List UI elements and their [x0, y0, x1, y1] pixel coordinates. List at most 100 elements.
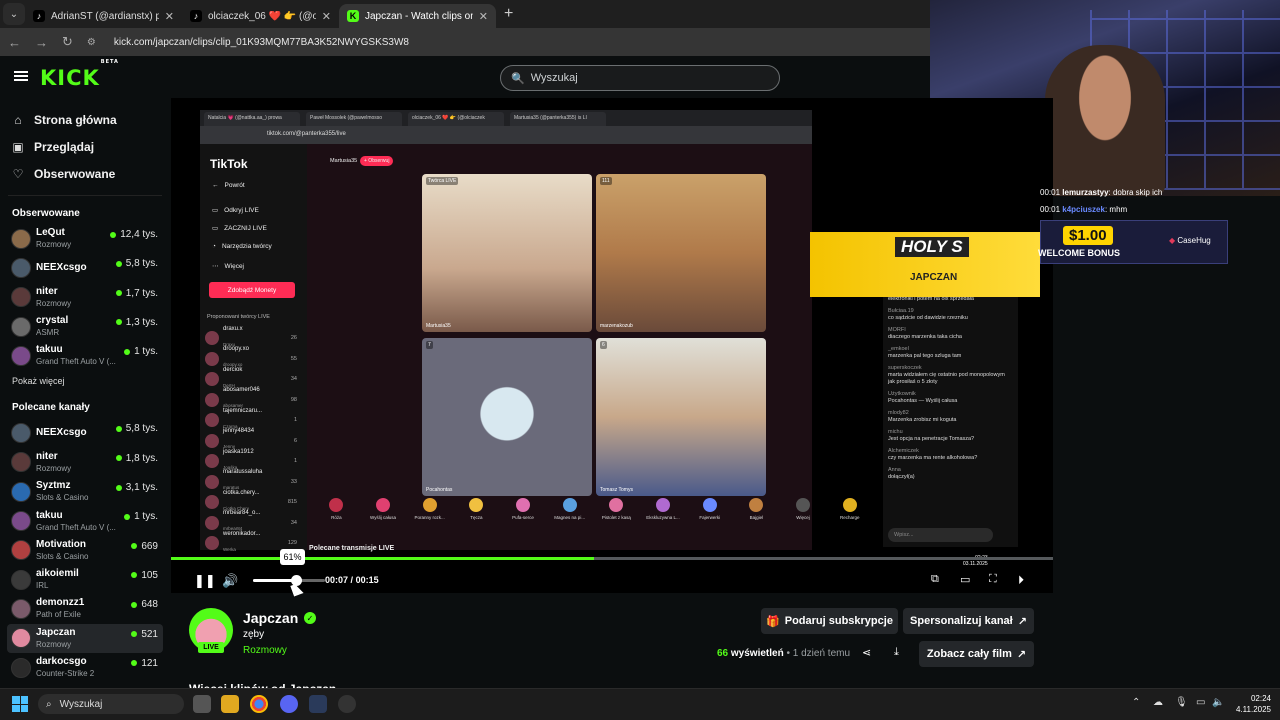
tiktok-gift: Fajerwerki: [686, 498, 733, 538]
close-icon[interactable]: ✕: [165, 10, 174, 23]
theater-icon[interactable]: ▭: [960, 573, 970, 586]
download-icon[interactable]: ⤓: [894, 646, 899, 659]
browser-tab-1[interactable]: ♪ AdrianST (@ardianstx) prowadzi ✕: [25, 4, 182, 28]
pip-icon[interactable]: ⧉: [931, 573, 939, 586]
tray-expand-icon[interactable]: ⌃: [1132, 697, 1140, 708]
search-input[interactable]: 🔍 Wyszukaj: [500, 65, 780, 91]
nav-browse[interactable]: ▣ Przeglądaj: [0, 133, 170, 160]
url-field[interactable]: kick.com/japczan/clips/clip_01K93MQM77BA…: [114, 37, 409, 48]
tiktok-gift: Bajgiel: [733, 498, 780, 538]
kick-logo[interactable]: KICKBETA: [40, 59, 118, 90]
button-label: Spersonalizuj kanał: [910, 615, 1013, 627]
channel-category: Rozmowy: [36, 463, 72, 473]
close-icon[interactable]: ✕: [479, 10, 488, 23]
sidebar-channel[interactable]: takuu Grand Theft Auto V (... 1 tys.: [0, 341, 170, 370]
chat-text: dobra skip ich: [1112, 188, 1163, 197]
pause-icon[interactable]: ❚❚: [194, 573, 216, 589]
playback-speed-icon[interactable]: ⏵: [1018, 573, 1024, 588]
sidebar-channel[interactable]: darkocsgo Counter-Strike 2 121: [0, 653, 170, 682]
sidebar-channel[interactable]: NEEXcsgo 5,8 tys.: [0, 253, 170, 282]
windows-start-icon[interactable]: [12, 696, 28, 712]
personalize-channel-button[interactable]: Spersonalizuj kanał ↗: [903, 608, 1034, 634]
recorded-date: 03.11.2025: [963, 561, 988, 567]
gift-icon: [376, 498, 390, 512]
tab-search-button[interactable]: ⌄: [3, 3, 25, 25]
fullscreen-icon[interactable]: ⛶: [989, 573, 997, 586]
tile-tag: 111: [600, 177, 612, 185]
sidebar-channel[interactable]: Syztmz Slots & Casino 3,1 tys.: [0, 477, 170, 506]
sidebar-channel[interactable]: aikoiemil IRL 105: [0, 565, 170, 594]
app-icon[interactable]: [309, 695, 327, 713]
external-link-icon: ↗: [1017, 615, 1027, 628]
file-explorer-icon[interactable]: [221, 695, 239, 713]
chat-text: dołączył(a): [888, 474, 915, 480]
taskbar-clock[interactable]: 02:24 4.11.2025: [1236, 693, 1271, 715]
network-icon[interactable]: ▭: [1196, 697, 1205, 708]
browser-tab-2[interactable]: ♪ olciaczek_06 ❤️ 👉 (@olciaczek ✕: [182, 4, 339, 28]
new-tab-button[interactable]: +: [504, 5, 513, 23]
tiktok-gift: Magnes na pi...: [546, 498, 593, 538]
avatar: [205, 454, 219, 468]
viewer-count: 12,4 tys.: [110, 229, 158, 240]
creator-name: jenny48434: [223, 428, 255, 434]
sidebar-channel[interactable]: LeQut Rozmowy 12,4 tys.: [0, 224, 170, 253]
live-dot: [124, 348, 131, 355]
channel-name: Syztmz: [36, 480, 71, 492]
close-icon[interactable]: ✕: [322, 10, 331, 23]
heart-icon: ♡: [12, 166, 24, 181]
live-dot: [131, 660, 138, 667]
taskbar-search[interactable]: ⌕ Wyszukaj: [38, 694, 184, 714]
nav-following[interactable]: ♡ Obserwowane: [0, 160, 170, 187]
browser-tab-3[interactable]: K Japczan - Watch clips on Kick ✕: [339, 4, 496, 28]
share-icon[interactable]: ⋖: [862, 646, 871, 659]
nav-home[interactable]: ⌂ Strona główna: [0, 106, 170, 133]
discord-icon[interactable]: [280, 695, 298, 713]
tiktok-gift: Więcej: [780, 498, 827, 538]
creator-name: joaska1912: [223, 448, 254, 455]
button-label: Podaruj subskrypcje: [784, 615, 893, 627]
avatar: [11, 257, 31, 278]
creator-sub: Werka: [223, 546, 236, 552]
chrome-icon[interactable]: [250, 695, 268, 713]
tiktok-chat: ta klawiaturę dostała jak rozdawali w mu…: [883, 285, 1018, 547]
tiktok-gift: Recharge: [826, 498, 873, 538]
menu-icon[interactable]: [14, 71, 28, 81]
tiktok-host-name: Martusia35: [330, 158, 358, 164]
sidebar-channel[interactable]: niter Rozmowy 1,8 tys.: [0, 448, 170, 477]
tiktok-chat-message: MORFI diaczego marzenka taka cicha: [888, 327, 1013, 341]
clip-category[interactable]: Rozmowy: [243, 645, 287, 656]
chat-text: co sądzicie od dawidzie rzezniku: [888, 315, 968, 321]
sidebar-channel[interactable]: Motivation Slots & Casino 669: [0, 536, 170, 565]
task-view-icon[interactable]: [193, 695, 211, 713]
full-video-button[interactable]: Zobacz cały film ↗: [919, 641, 1034, 667]
avatar: [205, 331, 219, 345]
views-count: 66: [717, 648, 729, 659]
forward-icon[interactable]: →: [35, 35, 48, 50]
back-icon[interactable]: ←: [8, 35, 21, 50]
gift-label: Wyślij całusa: [370, 515, 396, 520]
show-more-link[interactable]: Pokaż więcej: [0, 370, 170, 392]
tiktok-creator: joaska1912 Joaśka 1: [205, 448, 303, 470]
sidebar-channel[interactable]: NEEXcsgo 5,8 tys.: [0, 418, 170, 447]
volume-icon[interactable]: 🔊: [222, 573, 238, 589]
sidebar-channel[interactable]: takuu Grand Theft Auto V (... 1 tys.: [0, 506, 170, 535]
time-total: 00:15: [355, 575, 379, 585]
site-info-icon[interactable]: ⚙: [87, 37, 96, 48]
sidebar-channel[interactable]: crystal ASMR 1,3 tys.: [0, 312, 170, 341]
sidebar-channel[interactable]: Japczan Rozmowy 521: [7, 623, 163, 653]
speaker-icon[interactable]: 🔈: [1212, 697, 1224, 708]
viewer-count-value: 105: [141, 569, 158, 581]
avatar: [205, 392, 219, 407]
sidebar-channel[interactable]: demonzz1 Path of Exile 648: [0, 594, 170, 623]
reload-icon[interactable]: ↻: [62, 34, 73, 50]
channel-name[interactable]: Japczan: [243, 610, 298, 626]
sidebar-channel[interactable]: niter Rozmowy 1,7 tys.: [0, 283, 170, 312]
clock-time: 02:24: [1250, 694, 1271, 703]
chat-text: mhm: [1109, 205, 1128, 214]
microphone-icon[interactable]: 🎙: [1175, 697, 1188, 708]
obs-icon[interactable]: [338, 695, 356, 713]
avatar: [205, 372, 219, 386]
gift-sub-button[interactable]: 🎁 Podaruj subskrypcje: [761, 608, 898, 634]
cloud-icon[interactable]: ☁: [1153, 697, 1163, 708]
tiktok-chat-message: Alchemiczek czy marzenka ma rente alkohol…: [888, 448, 1013, 462]
